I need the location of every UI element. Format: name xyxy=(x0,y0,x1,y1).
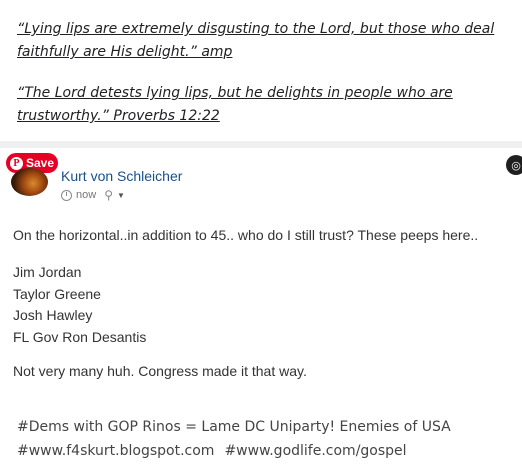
hashtag-links: #www.f4skurt.blogspot.com #www.godlife.co… xyxy=(17,439,451,463)
post-body: On the horizontal..in addition to 45.. w… xyxy=(13,227,479,243)
list-item: Jim Jordan xyxy=(13,264,82,280)
post-author[interactable]: Kurt von Schleicher xyxy=(61,168,182,184)
name-list: Jim Jordan Taylor Greene Josh Hawley FL … xyxy=(13,262,146,348)
avatar[interactable] xyxy=(11,168,48,196)
list-item: Josh Hawley xyxy=(13,307,93,323)
hashtag-link[interactable]: #www.godlife.com/gospel xyxy=(224,443,406,459)
lens-icon[interactable]: ◎ xyxy=(506,155,522,175)
section-divider xyxy=(0,141,522,148)
clock-icon xyxy=(61,189,72,201)
post-time: now xyxy=(76,189,97,201)
post-closing: Not very many huh. Congress made it that… xyxy=(13,363,307,379)
hashtags: #Dems with GOP Rinos = Lame DC Uniparty!… xyxy=(17,415,451,463)
person-icon[interactable]: ⚲ xyxy=(104,188,113,202)
scripture-quotes: “Lying lips are extremely disgusting to … xyxy=(0,0,522,140)
hashtag-line: #Dems with GOP Rinos = Lame DC Uniparty!… xyxy=(17,419,451,435)
quote-proverbs[interactable]: “The Lord detests lying lips, but he del… xyxy=(17,82,517,128)
list-item: Taylor Greene xyxy=(13,285,101,302)
list-item: FL Gov Ron Desantis xyxy=(13,328,147,345)
quote-amp[interactable]: “Lying lips are extremely disgusting to … xyxy=(17,18,517,64)
post-meta: now ⚲ ▼ xyxy=(61,188,125,202)
caret-down-icon[interactable]: ▼ xyxy=(117,191,125,200)
pinterest-icon: P xyxy=(9,156,23,170)
hashtag-link[interactable]: #www.f4skurt.blogspot.com xyxy=(17,443,214,459)
